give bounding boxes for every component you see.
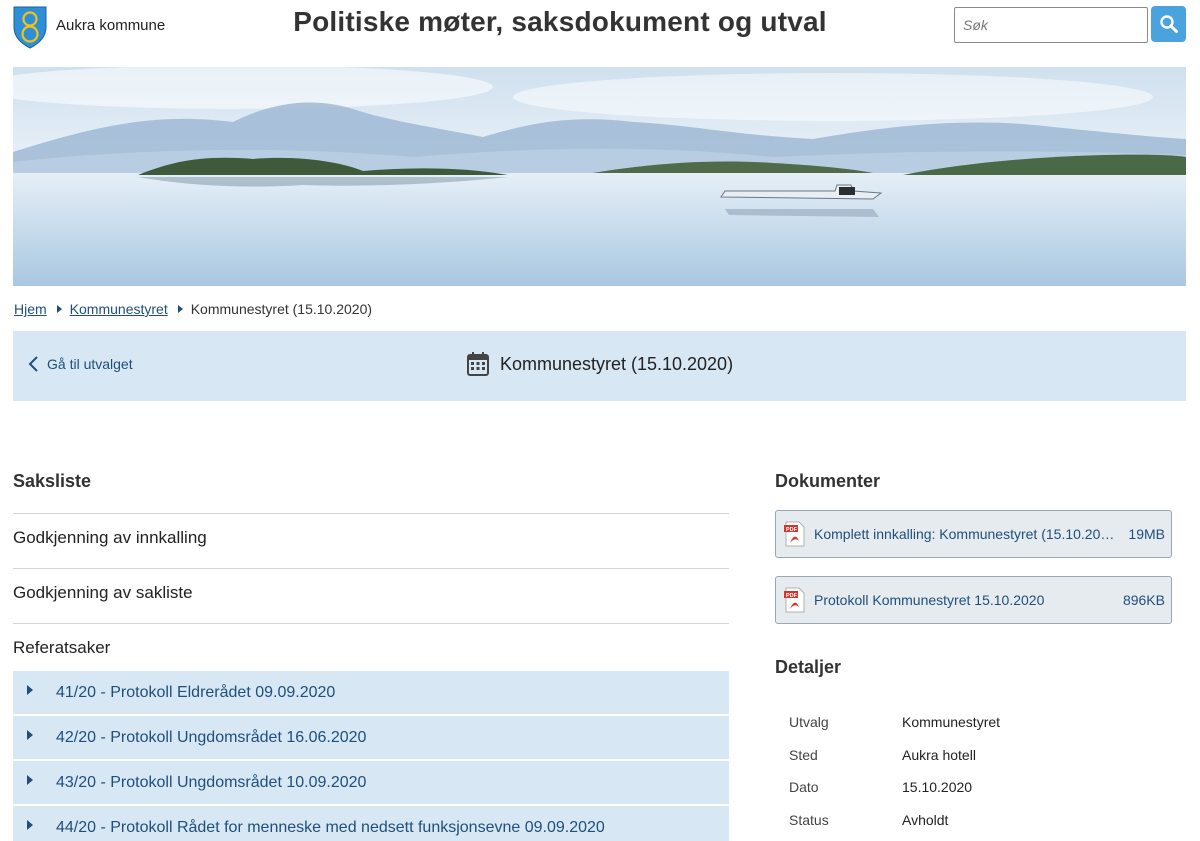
- detaljer-heading: Detaljer: [775, 657, 842, 677]
- detail-label: Status: [789, 811, 829, 828]
- expand-arrow-icon: [27, 684, 33, 695]
- search-button[interactable]: [1151, 6, 1186, 42]
- detail-label: Sted: [789, 746, 818, 763]
- document-size: 19MB: [1128, 526, 1165, 542]
- expand-arrow-icon: [27, 819, 33, 830]
- detail-row: Status Avholdt: [789, 812, 1000, 841]
- document-size: 896KB: [1122, 592, 1165, 608]
- pdf-icon: PDF: [784, 521, 805, 547]
- dokumenter-heading: Dokumenter: [775, 471, 881, 491]
- referat-item-label: 43/20 - Protokoll Ungdomsrådet 10.09.202…: [56, 773, 367, 791]
- details-table: Utvalg Kommunestyret Sted Aukra hotell D…: [789, 714, 1000, 841]
- site-header: Aukra kommune Politiske møter, saksdokum…: [0, 0, 1200, 64]
- referat-item[interactable]: 42/20 - Protokoll Ungdomsrådet 16.06.202…: [13, 716, 729, 759]
- document-name: Protokoll Kommunestyret 15.10.2020: [814, 592, 1045, 608]
- expand-arrow-icon: [27, 774, 33, 785]
- breadcrumb-separator-icon: [56, 305, 62, 313]
- referat-item-label: 44/20 - Protokoll Rådet for menneske med…: [56, 818, 605, 836]
- site-title: Politiske møter, saksdokument og utval: [293, 6, 827, 37]
- breadcrumb-current: Kommunestyret (15.10.2020): [190, 301, 373, 317]
- breadcrumb-separator-icon: [177, 305, 183, 313]
- detail-row: Dato 15.10.2020: [789, 779, 1000, 812]
- referat-item[interactable]: 44/20 - Protokoll Rådet for menneske med…: [13, 806, 729, 841]
- document-link[interactable]: PDF Komplett innkalling: Kommunestyret (…: [775, 510, 1172, 558]
- referat-item-label: 41/20 - Protokoll Eldrerådet 09.09.2020: [56, 683, 336, 701]
- sak-item[interactable]: Godkjenning av sakliste: [13, 568, 729, 623]
- breadcrumb-link-hjem[interactable]: Hjem: [14, 301, 47, 317]
- svg-text:PDF: PDF: [786, 527, 798, 533]
- expand-arrow-icon: [27, 729, 33, 740]
- detail-value: 15.10.2020: [902, 779, 973, 795]
- referat-item[interactable]: 41/20 - Protokoll Eldrerådet 09.09.2020: [13, 671, 729, 714]
- search-icon: [1159, 15, 1178, 33]
- referat-item-label: 42/20 - Protokoll Ungdomsrådet 16.06.202…: [56, 728, 367, 746]
- breadcrumb-link-kommunestyret[interactable]: Kommunestyret: [70, 301, 168, 317]
- hero-image: [13, 67, 1186, 286]
- meeting-header-bar: Gå til utvalget Kommunestyret (15.10.202…: [13, 331, 1186, 401]
- detail-value: Avholdt: [902, 811, 949, 828]
- detail-row: Sted Aukra hotell: [789, 747, 1000, 780]
- svg-text:PDF: PDF: [786, 593, 798, 599]
- saksliste-heading: Saksliste: [13, 471, 92, 491]
- search-input[interactable]: [954, 7, 1148, 43]
- detail-label: Utvalg: [789, 714, 829, 730]
- saksliste: Godkjenning av innkalling Godkjenning av…: [13, 513, 729, 841]
- detail-row: Utvalg Kommunestyret: [789, 714, 1000, 747]
- document-name: Komplett innkalling: Kommunestyret (15.1…: [814, 526, 1115, 542]
- detail-label: Dato: [789, 779, 819, 795]
- referat-item[interactable]: 43/20 - Protokoll Ungdomsrådet 10.09.202…: [13, 761, 729, 804]
- sak-item[interactable]: Godkjenning av innkalling: [13, 513, 729, 568]
- document-link[interactable]: PDF Protokoll Kommunestyret 15.10.2020 8…: [775, 576, 1172, 624]
- detail-value: Kommunestyret: [902, 714, 1001, 730]
- pdf-icon: PDF: [784, 587, 805, 613]
- calendar-icon: [466, 352, 489, 376]
- meeting-title: Kommunestyret (15.10.2020): [499, 353, 734, 374]
- breadcrumb: Hjem Kommunestyret Kommunestyret (15.10.…: [14, 301, 372, 317]
- referatsaker-heading: Referatsaker: [13, 623, 729, 671]
- detail-value: Aukra hotell: [902, 746, 976, 763]
